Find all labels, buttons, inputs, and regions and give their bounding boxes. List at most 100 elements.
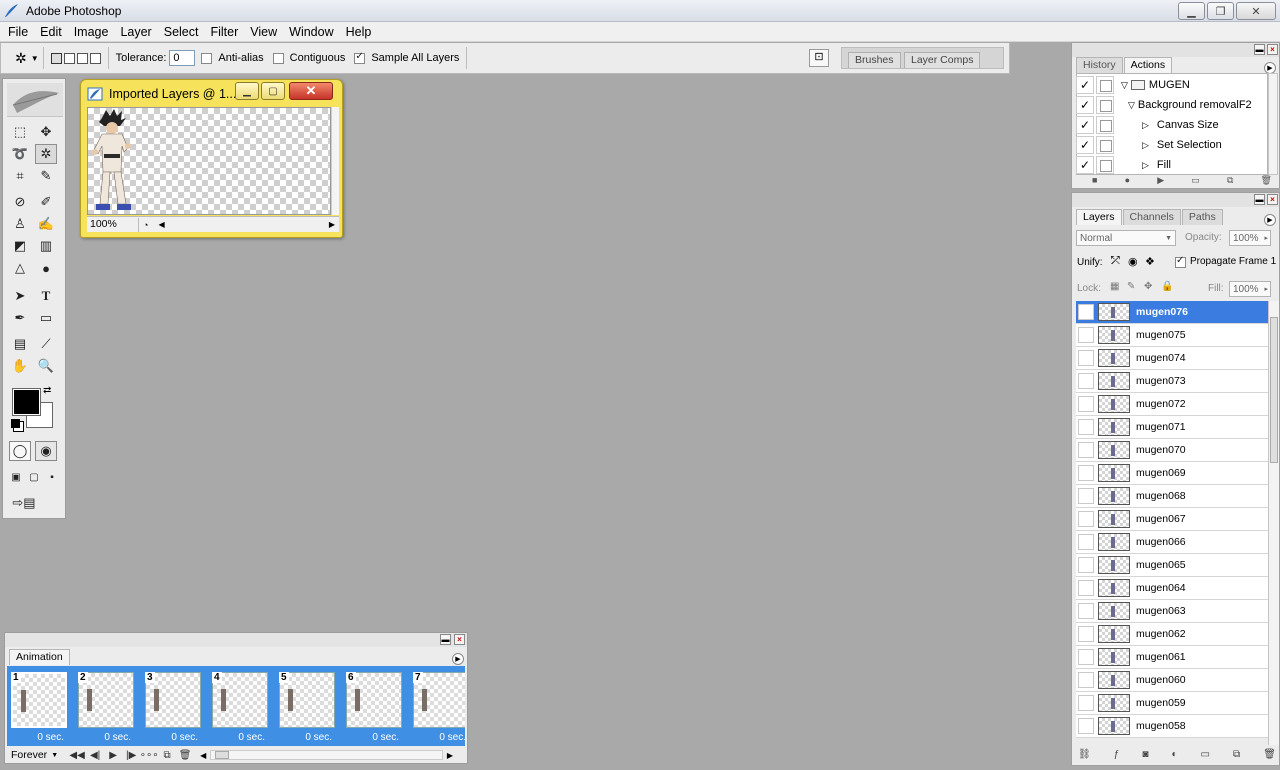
record-icon[interactable]: ● — [1125, 175, 1130, 187]
brush-tool-icon[interactable]: ✐ — [35, 192, 57, 212]
menu-help[interactable]: Help — [340, 25, 378, 39]
visibility-toggle[interactable] — [1078, 649, 1094, 665]
collapse-triangle-icon[interactable]: ▽ — [1121, 80, 1128, 91]
contiguous-checkbox[interactable] — [272, 52, 284, 64]
canvas[interactable] — [87, 107, 331, 215]
next-frame-icon[interactable]: |▶ — [122, 748, 140, 762]
history-brush-icon[interactable]: ✍ — [35, 214, 57, 234]
tolerance-input[interactable]: 0 — [169, 50, 196, 66]
layer-row[interactable]: mugen058 — [1076, 715, 1268, 738]
fill-input[interactable]: 100% ▸ — [1229, 281, 1271, 297]
layer-row[interactable]: mugen069 — [1076, 462, 1268, 485]
notes-tool-icon[interactable]: ▤ — [9, 334, 31, 354]
dialog-toggle[interactable] — [1096, 156, 1114, 174]
duplicate-frame-icon[interactable]: ⧉ — [158, 748, 176, 762]
toolbox-feather-icon[interactable] — [7, 83, 63, 117]
restore-button[interactable]: ❐ — [1207, 2, 1234, 20]
play-icon[interactable]: ▶ — [104, 748, 122, 762]
frame-delay[interactable]: 0 sec. — [439, 732, 465, 743]
standard-screen-mode-icon[interactable]: ▣ — [7, 467, 25, 487]
scroll-left-icon[interactable]: ◀ — [158, 220, 164, 229]
expand-triangle-icon[interactable]: ▷ — [1142, 120, 1149, 131]
dialog-toggle[interactable] — [1096, 116, 1114, 134]
animation-frame[interactable]: 5 0 sec. — [275, 668, 338, 744]
action-row[interactable]: ✓ ▷ Fill — [1076, 155, 1280, 175]
actions-scrollbar[interactable] — [1268, 73, 1278, 175]
layer-row[interactable]: mugen066 — [1076, 531, 1268, 554]
add-to-selection-button[interactable] — [63, 52, 75, 64]
layers-scrollbar[interactable] — [1268, 301, 1279, 745]
loop-dropdown-icon[interactable]: ▼ — [51, 752, 58, 759]
eyedropper-tool-icon[interactable]: ⟋ — [35, 334, 57, 354]
lock-all-icon[interactable]: 🔒 — [1161, 281, 1173, 292]
layer-row[interactable]: mugen060 — [1076, 669, 1268, 692]
visibility-toggle[interactable] — [1078, 672, 1094, 688]
foreground-color-swatch[interactable] — [12, 388, 41, 416]
standard-mode-icon[interactable]: ◯ — [9, 441, 31, 461]
swap-colors-icon[interactable]: ⇄ — [43, 385, 51, 396]
collapse-triangle-icon[interactable]: ▽ — [1128, 100, 1135, 111]
tab-animation[interactable]: Animation — [9, 649, 70, 665]
layer-row[interactable]: mugen067 — [1076, 508, 1268, 531]
well-tab-layer-comps[interactable]: Layer Comps — [904, 52, 981, 68]
zoom-field[interactable]: 100% — [87, 217, 139, 232]
visibility-toggle[interactable] — [1078, 350, 1094, 366]
layer-row[interactable]: mugen071 — [1076, 416, 1268, 439]
panel-minimize-button[interactable]: ▬ — [1254, 194, 1265, 205]
lock-pixels-icon[interactable]: ✎ — [1127, 281, 1135, 292]
animation-frame[interactable]: 4 0 sec. — [208, 668, 271, 744]
gradient-tool-icon[interactable]: ▥ — [35, 236, 57, 256]
check-icon[interactable]: ✓ — [1076, 156, 1094, 174]
layer-style-icon[interactable]: ƒ — [1114, 749, 1120, 763]
sample-all-layers-checkbox[interactable] — [354, 51, 366, 64]
new-action-icon[interactable]: ⧉ — [1227, 175, 1233, 187]
delete-layer-icon[interactable]: 🗑 — [1263, 749, 1276, 763]
previous-frame-icon[interactable]: ◀| — [86, 748, 104, 762]
tab-channels[interactable]: Channels — [1122, 209, 1181, 225]
menu-select[interactable]: Select — [158, 25, 205, 39]
panel-close-button[interactable]: × — [1267, 44, 1278, 55]
full-screen-menu-mode-icon[interactable]: ▢ — [25, 467, 43, 487]
layer-row[interactable]: mugen063 — [1076, 600, 1268, 623]
link-layers-icon[interactable]: ⛓ — [1078, 749, 1091, 763]
unify-visibility-icon[interactable]: ◉ — [1128, 255, 1138, 268]
visibility-toggle[interactable] — [1078, 442, 1094, 458]
visibility-toggle[interactable] — [1078, 373, 1094, 389]
status-menu-icon[interactable]: ◔ — [143, 220, 148, 230]
visibility-toggle[interactable] — [1078, 718, 1094, 734]
menu-file[interactable]: File — [2, 25, 34, 39]
menu-image[interactable]: Image — [68, 25, 115, 39]
animation-frame[interactable]: 3 0 sec. — [141, 668, 204, 744]
stop-icon[interactable]: ■ — [1092, 175, 1097, 187]
dialog-toggle[interactable] — [1096, 96, 1114, 114]
panel-menu-button[interactable]: ▶ — [1264, 214, 1276, 226]
jump-to-imageready-icon[interactable]: ⇨▤ — [9, 493, 39, 513]
visibility-toggle[interactable] — [1078, 419, 1094, 435]
panel-close-button[interactable]: × — [454, 634, 465, 645]
doc-maximize-button[interactable]: ▢ — [261, 82, 285, 100]
rectangle-tool-icon[interactable]: ▭ — [35, 308, 57, 328]
visibility-toggle[interactable] — [1078, 488, 1094, 504]
menu-edit[interactable]: Edit — [34, 25, 68, 39]
animation-frame[interactable]: 6 0 sec. — [342, 668, 405, 744]
path-selection-icon[interactable]: ➤ — [9, 286, 31, 306]
healing-brush-icon[interactable]: ⊘ — [9, 192, 31, 212]
visibility-toggle[interactable] — [1078, 396, 1094, 412]
close-button[interactable]: ✕ — [1236, 2, 1276, 20]
layer-mask-icon[interactable]: ◙ — [1142, 749, 1148, 763]
visibility-toggle[interactable] — [1078, 695, 1094, 711]
new-layer-icon[interactable]: ⧉ — [1233, 749, 1240, 763]
intersect-selection-button[interactable] — [89, 52, 101, 64]
subtract-selection-button[interactable] — [76, 52, 88, 64]
lasso-tool-icon[interactable]: ➰ — [9, 144, 31, 164]
layer-row[interactable]: mugen072 — [1076, 393, 1268, 416]
pen-tool-icon[interactable]: ✒ — [9, 308, 31, 328]
menu-view[interactable]: View — [244, 25, 283, 39]
tab-layers[interactable]: Layers — [1076, 209, 1122, 225]
unify-position-icon[interactable]: ⤱ — [1111, 255, 1120, 268]
blend-mode-select[interactable]: Normal ▼ — [1076, 230, 1176, 246]
expand-triangle-icon[interactable]: ▷ — [1142, 160, 1149, 171]
zoom-tool-icon[interactable]: 🔍 — [35, 356, 57, 376]
type-tool-icon[interactable]: T — [35, 286, 57, 306]
new-set-icon[interactable]: ▭ — [1191, 175, 1200, 187]
